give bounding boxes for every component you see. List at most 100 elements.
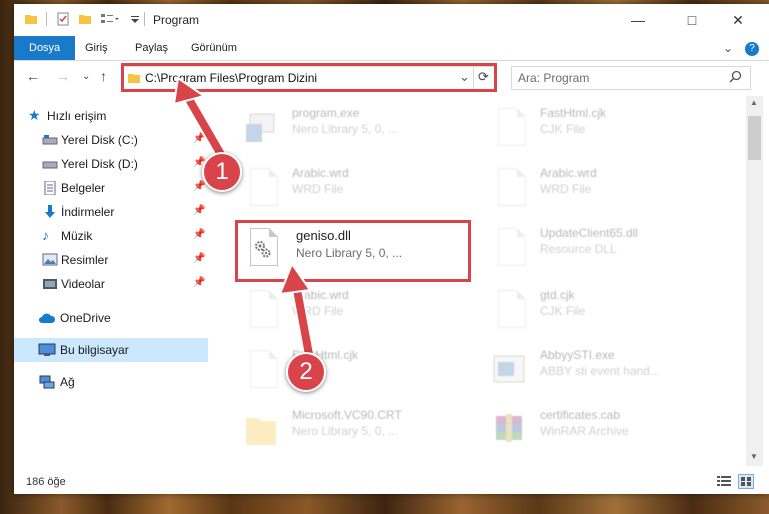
music-icon: ♪ [42,227,49,243]
document-icon [492,106,526,148]
sidebar-item-this-pc[interactable]: Bu bilgisayar [14,338,208,362]
pin-icon[interactable]: 📌 [193,253,205,264]
list-item[interactable]: Arabic.wrd WRD File [236,160,466,216]
sidebar-item-label: Yerel Disk (C:) [61,133,138,147]
forward-icon[interactable]: → [56,68,70,84]
file-description: WRD File [292,182,344,196]
step-badge-1: 1 [202,152,242,192]
video-icon [42,277,58,291]
cloud-icon [38,311,56,325]
title-bar: Program — □ ✕ [14,4,769,36]
exe-icon [492,348,526,390]
scroll-down-icon[interactable]: ▼ [750,452,758,461]
status-bar: 186 öğe [14,470,769,494]
documents-icon [42,180,58,196]
list-item[interactable]: Arabic.wrd WRD File [484,160,714,216]
ribbon-tabs: Dosya Giriş Paylaş Görünüm ⌄ ? [14,36,769,61]
pin-icon[interactable]: 📌 [193,205,205,216]
chevron-down-icon[interactable]: ⌄ [723,36,733,60]
sidebar-item-label: Yerel Disk (D:) [61,157,138,171]
close-icon[interactable]: ✕ [715,4,761,36]
sidebar-item-onedrive[interactable]: OneDrive [14,306,208,330]
sidebar-item-label: Bu bilgisayar [60,343,129,357]
file-description: Nero Library 5, 0, ... [292,122,399,136]
view-options-icon[interactable] [100,12,120,29]
sidebar-item-label: Hızlı erişim [47,109,107,123]
separator [144,12,145,26]
tab-home[interactable]: Giriş [85,36,108,60]
details-view-icon[interactable] [717,475,731,490]
folder-icon [244,408,278,450]
sidebar-item-network[interactable]: Ağ [14,370,208,394]
file-description: CJK File [540,304,586,318]
winrar-icon [492,408,526,450]
search-placeholder: Ara: Program [518,71,590,85]
sidebar-item-label: İndirmeler [61,205,115,219]
tiles-view-icon[interactable] [738,474,754,489]
window-title: Program [153,13,200,27]
sidebar-item-videos[interactable]: Videolar 📌 [14,272,208,296]
sidebar-item-music[interactable]: ♪ Müzik 📌 [14,224,208,248]
list-item[interactable]: certificates.cab WinRAR Archive [484,402,714,458]
download-icon [42,205,58,219]
sidebar-item-label: Resimler [61,253,109,267]
scroll-up-icon[interactable]: ▲ [750,98,758,107]
search-icon [729,70,742,86]
sidebar-item-downloads[interactable]: İndirmeler 📌 [14,200,208,224]
explorer-window: Program — □ ✕ Dosya Giriş Paylaş Görünüm… [14,4,769,494]
properties-icon[interactable] [56,12,70,29]
network-icon [38,375,55,389]
new-folder-icon[interactable] [78,12,92,29]
sidebar-item-label: Ağ [60,375,75,389]
recent-locations-icon[interactable]: ⌄ [82,71,90,82]
list-item[interactable]: UpdateClient65.dll Resource DLL [484,220,714,276]
file-description: WRD File [540,182,592,196]
drive-icon [42,133,58,147]
list-item[interactable]: gtd.cjk CJK File [484,282,714,338]
file-name: program.exe [292,106,360,120]
file-name: FastHtml.cjk [540,106,606,120]
list-item[interactable]: program.exe Nero Library 5, 0, ... [236,100,466,156]
tab-share[interactable]: Paylaş [135,36,168,60]
item-count: 186 öğe [26,476,66,488]
separator [46,12,47,26]
search-input[interactable]: Ara: Program [511,66,751,90]
pin-icon[interactable]: 📌 [193,277,205,288]
dll-gear-icon [492,226,526,268]
list-item[interactable]: Microsoft.VC90.CRT Nero Library 5, 0, ..… [236,402,466,458]
file-name: Arabic.wrd [540,166,597,180]
navigation-bar: ← → ⌄ ↑ C:\Program Files\Program Dizini … [14,60,769,94]
tab-file[interactable]: Dosya [14,36,76,60]
minimize-icon[interactable]: — [615,4,661,36]
sidebar-item-label: OneDrive [60,311,111,325]
file-name: gtd.cjk [540,288,575,302]
file-name: AbbyySTI.exe [540,348,615,362]
folder-icon [24,12,38,29]
file-description: ABBY sti event hand... [540,364,660,378]
scroll-thumb[interactable] [748,116,761,160]
pin-icon[interactable]: 📌 [193,229,205,240]
file-name: certificates.cab [540,408,621,422]
file-description: CJK File [540,122,586,136]
sidebar-item-pictures[interactable]: Resimler 📌 [14,248,208,272]
list-item[interactable]: FastHtml.cjk CJK File [484,100,714,156]
customize-toolbar-icon[interactable] [130,12,140,29]
list-item[interactable]: AbbyySTI.exe ABBY sti event hand... [484,342,714,398]
computer-icon [38,343,56,357]
sidebar-item-label: Belgeler [61,181,106,195]
file-name: Microsoft.VC90.CRT [292,408,402,422]
drive-icon [42,157,58,171]
star-icon: ★ [28,107,41,123]
file-description: Nero Library 5, 0, ... [292,424,399,438]
tab-view[interactable]: Görünüm [191,36,237,60]
document-icon [492,288,526,330]
help-icon[interactable]: ? [745,36,759,60]
file-name: UpdateClient65.dll [540,226,639,240]
document-icon [492,166,526,208]
back-icon[interactable]: ← [26,68,40,84]
up-icon[interactable]: ↑ [100,68,107,84]
vertical-scrollbar[interactable]: ▲ ▼ [746,96,763,466]
maximize-icon[interactable]: □ [669,4,715,36]
file-description: Resource DLL [540,242,617,256]
sidebar-item-label: Videolar [61,277,105,291]
